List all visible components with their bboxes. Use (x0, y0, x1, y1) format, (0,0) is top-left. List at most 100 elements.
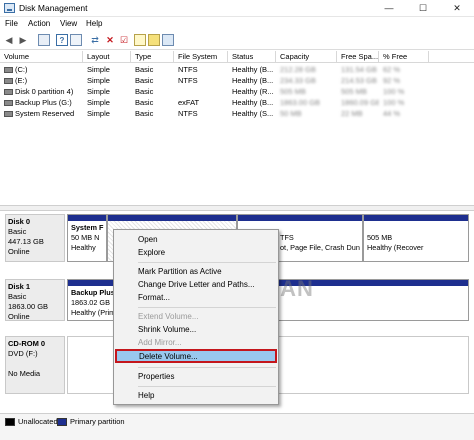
disk-state: No Media (8, 369, 41, 378)
partition-recovery[interactable]: 505 MB Healthy (Recover (363, 214, 469, 262)
connect-icon[interactable]: ⇄ (89, 34, 101, 46)
forward-arrow-icon[interactable]: ▶ (17, 34, 29, 46)
table-row[interactable]: Backup Plus (G:) Simple Basic exFAT Heal… (0, 97, 474, 108)
cell-status: Healthy (B... (232, 65, 274, 74)
menu-item-properties[interactable]: Properties (116, 371, 276, 383)
disk-name: CD-ROM 0 (8, 339, 46, 348)
menu-view[interactable]: View (60, 18, 77, 30)
back-arrow-icon[interactable]: ◀ (3, 34, 15, 46)
cell-percent-free: 44 % (383, 109, 401, 118)
cell-volume: Disk 0 partition 4) (0, 86, 83, 97)
new-icon[interactable] (134, 34, 146, 46)
drive-icon (4, 78, 13, 85)
menu-item-delete-volume[interactable]: Delete Volume... (115, 349, 277, 363)
column-capacity[interactable]: Capacity (276, 51, 337, 63)
cell-file-system (174, 86, 228, 97)
cell-type: Basic (135, 109, 154, 118)
disk-state: Online (8, 312, 30, 321)
cell-layout: Simple (87, 87, 110, 96)
disk-type: DVD (F:) (8, 349, 38, 358)
cell-free-space: 214.53 GB (341, 76, 377, 85)
check-icon[interactable]: ☑ (118, 34, 130, 46)
cell-percent-free: 62 % (383, 65, 401, 74)
maximize-button[interactable]: ☐ (406, 0, 440, 17)
menu-file[interactable]: File (5, 18, 18, 30)
cell-free-space: 22 MB (341, 109, 363, 118)
table-row[interactable]: System Reserved Simple Basic NTFS Health… (0, 108, 474, 119)
table-row[interactable]: (C:) Simple Basic NTFS Healthy (B... 212… (0, 64, 474, 75)
menu-action[interactable]: Action (28, 18, 50, 30)
cdrom-0-label[interactable]: CD-ROM 0 DVD (F:) No Media (5, 336, 65, 394)
drive-icon (4, 100, 13, 107)
menu-item-explore[interactable]: Explore (116, 247, 276, 259)
drive-icon (4, 89, 13, 96)
partition-name: System F (71, 223, 104, 232)
cell-volume: Backup Plus (G:) (0, 97, 83, 108)
cell-capacity: 212.28 GB (280, 65, 316, 74)
cell-file-system: NTFS (178, 109, 198, 118)
properties-icon[interactable] (70, 34, 82, 46)
cell-capacity: 234.33 GB (280, 76, 316, 85)
column-layout[interactable]: Layout (83, 51, 131, 63)
partition-status: ot, Page File, Crash Dun (280, 243, 360, 252)
menu-help[interactable]: Help (86, 18, 102, 30)
drive-icon (4, 111, 13, 118)
partition-info: System F 50 MB N Healthy (68, 221, 106, 255)
open-icon[interactable] (148, 34, 160, 46)
cell-percent-free: 100 % (383, 87, 405, 96)
menu-bar: File Action View Help (0, 18, 474, 30)
table-row[interactable]: (E:) Simple Basic NTFS Healthy (B... 234… (0, 75, 474, 86)
partition-status: Healthy (71, 243, 96, 252)
partition-info (108, 221, 236, 225)
console-tree-icon[interactable] (38, 34, 50, 46)
menu-item-mark-active[interactable]: Mark Partition as Active (116, 266, 276, 278)
disk-type: Basic (8, 227, 27, 236)
volume-name: (C:) (15, 65, 28, 74)
disk-0-label[interactable]: Disk 0 Basic 447.13 GB Online (5, 214, 65, 262)
menu-separator (138, 386, 276, 387)
column-free-space[interactable]: Free Spa... (337, 51, 379, 63)
cell-layout: Simple (87, 98, 110, 107)
column-status[interactable]: Status (228, 51, 276, 63)
table-row[interactable]: Disk 0 partition 4) Simple Basic Healthy… (0, 86, 474, 97)
partition-size: 505 MB (367, 233, 393, 242)
column-type[interactable]: Type (131, 51, 174, 63)
menu-separator (138, 307, 276, 308)
cell-status: Healthy (B... (232, 76, 274, 85)
menu-item-help[interactable]: Help (116, 390, 276, 402)
cell-volume: System Reserved (0, 108, 83, 119)
minimize-button[interactable]: — (372, 0, 406, 17)
column-percent-free[interactable]: % Free (379, 51, 429, 63)
partition-status: Healthy (Recover (367, 243, 424, 252)
volume-name: Disk 0 partition 4) (15, 87, 74, 96)
cell-percent-free: 100 % (383, 98, 405, 107)
menu-separator (138, 367, 276, 368)
menu-item-format[interactable]: Format... (116, 292, 276, 304)
volume-name: System Reserved (15, 109, 75, 118)
primary-partition-swatch (57, 418, 67, 426)
volume-name: Backup Plus (G:) (15, 98, 72, 107)
partition-system-reserved[interactable]: System F 50 MB N Healthy (67, 214, 107, 262)
cell-type: Basic (135, 98, 154, 107)
cell-capacity: 505 MB (280, 87, 306, 96)
close-button[interactable]: ✕ (440, 0, 474, 17)
disk-1-label[interactable]: Disk 1 Basic 1863.00 GB Online (5, 279, 65, 321)
column-volume[interactable]: Volume (0, 51, 83, 63)
help-icon[interactable]: ? (56, 34, 68, 46)
menu-item-open[interactable]: Open (116, 234, 276, 246)
legend-primary-partition-label: Primary partition (70, 417, 125, 426)
cell-free-space: 505 MB (341, 87, 367, 96)
cell-capacity: 1863.00 GB (280, 98, 321, 107)
volume-name: (E:) (15, 76, 28, 85)
cell-layout: Simple (87, 109, 110, 118)
menu-item-change-drive-letter[interactable]: Change Drive Letter and Paths... (116, 279, 276, 291)
menu-item-shrink-volume[interactable]: Shrink Volume... (116, 324, 276, 336)
cell-status: Healthy (S... (232, 109, 274, 118)
column-file-system[interactable]: File System (174, 51, 228, 63)
cell-type: Basic (135, 87, 154, 96)
delete-icon[interactable]: ✕ (104, 34, 116, 46)
legend-bar: Unallocated Primary partition (0, 413, 474, 440)
cell-layout: Simple (87, 76, 110, 85)
list-icon[interactable] (162, 34, 174, 46)
disk-name: Disk 1 (8, 282, 31, 291)
